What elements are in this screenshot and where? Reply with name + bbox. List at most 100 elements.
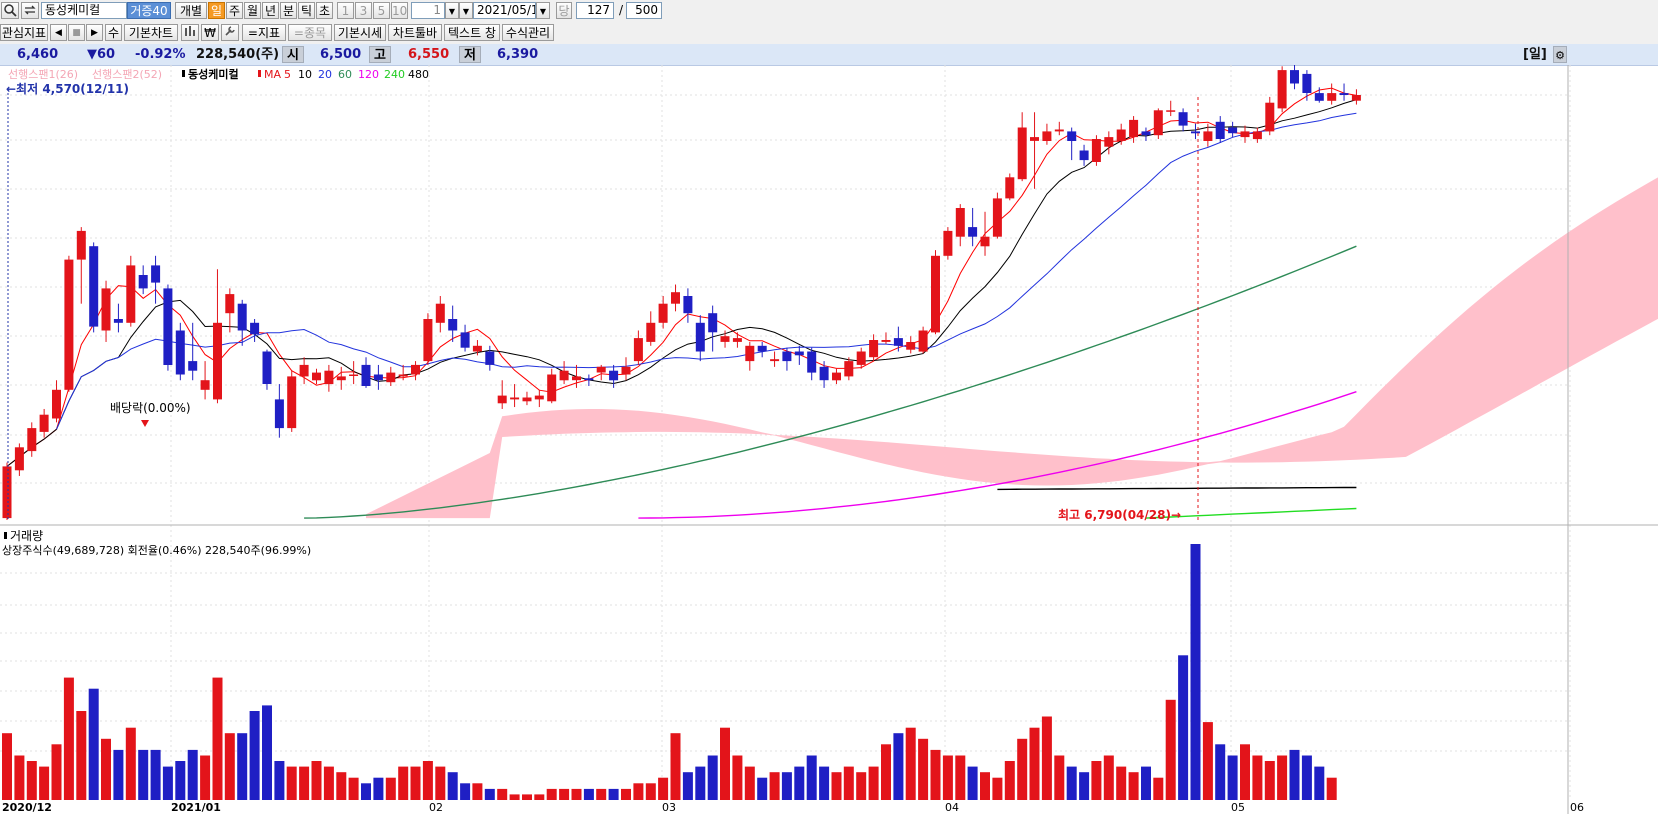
tools-button[interactable] [221, 24, 239, 41]
candle-body [510, 397, 520, 400]
volume-bar [1116, 766, 1127, 800]
candle-body [126, 265, 136, 323]
interval-10[interactable]: 10 [391, 2, 408, 19]
interval-value-field[interactable]: 1 [411, 2, 445, 19]
price-chart[interactable]: ←최저 4,570(12/11) 최고 6,790(04/28)→ 배당락(0.… [0, 65, 1658, 814]
interval-3[interactable]: 3 [355, 2, 372, 19]
bars-icon [185, 26, 195, 36]
price-change: ▼60 [87, 47, 116, 62]
candle-body [782, 351, 792, 362]
chart-style-button[interactable] [181, 24, 199, 41]
chevron-down-icon: ▼ [462, 7, 470, 16]
period-year[interactable]: 년 [262, 2, 279, 19]
candle-body [522, 397, 532, 402]
text-window-button[interactable]: 텍스트 창 [444, 24, 500, 41]
stop-button[interactable]: ■ [68, 24, 85, 41]
volume-bar [1128, 772, 1139, 800]
volume-bar [224, 733, 235, 800]
period-month[interactable]: 월 [244, 2, 261, 19]
volume-bar [138, 749, 149, 800]
volume-panel-info: 상장주식수(49,689,728) 회전율(0.46%) 228,540주(96… [2, 544, 311, 557]
formula-button[interactable]: 수식관리 [502, 24, 554, 41]
stock-name-field[interactable]: 동성케미컬 [41, 2, 127, 19]
candle-body [163, 288, 173, 365]
count-label[interactable]: 당 [556, 2, 572, 19]
basic-quote-button[interactable]: 기본시세 [334, 24, 386, 41]
count-total-field[interactable]: 500 [626, 2, 662, 19]
volume-bar [1141, 766, 1151, 800]
mode-button[interactable]: 개별 [175, 2, 207, 19]
candle-body [1153, 110, 1163, 136]
candle-body [1166, 110, 1176, 112]
candle-body [584, 378, 594, 381]
interval-dropdown[interactable]: ▼ [445, 2, 459, 19]
volume-bar [51, 744, 62, 800]
volume-bar [187, 749, 198, 800]
interval-5[interactable]: 5 [373, 2, 390, 19]
x-label-2021-01: 2021/01 [171, 801, 221, 814]
date-dropdown[interactable]: ▼ [536, 2, 550, 19]
volume-bar [1252, 755, 1263, 800]
volume-bar [955, 755, 966, 800]
period-week[interactable]: 주 [226, 2, 243, 19]
volume-bar [348, 777, 359, 800]
legend-bullet-icon [182, 70, 185, 77]
candle-body [274, 399, 284, 429]
interest-indicator-button[interactable]: 관심지표 [0, 24, 48, 41]
volume-bar [621, 788, 631, 800]
swap-button[interactable] [21, 2, 39, 19]
candle-body [695, 322, 705, 352]
item-button[interactable]: =종목 [288, 24, 332, 41]
candle-body [596, 366, 606, 373]
gear-icon: ⚙ [1555, 49, 1565, 62]
candle-body [1228, 127, 1238, 134]
period-day[interactable]: 일 [208, 2, 225, 19]
volume-bar [608, 788, 619, 800]
date-field[interactable]: 2021/05/12 [473, 2, 536, 19]
volume-bar [1165, 699, 1176, 800]
volume-badge[interactable]: 거증40 [127, 2, 171, 19]
quote-bar: 6,460 ▼60 -0.92% 228,540(주) 시 6,500 고 6,… [0, 44, 1658, 66]
scroll-left-button[interactable]: ◀ [50, 24, 67, 41]
candle-body [1302, 73, 1312, 93]
scroll-right-button[interactable]: ▶ [86, 24, 103, 41]
basic-chart-button[interactable]: 기본차트 [124, 24, 178, 41]
candle-body [64, 259, 74, 390]
candle-body [14, 447, 24, 471]
period-second[interactable]: 초 [316, 2, 333, 19]
settings-button[interactable]: ⚙ [1553, 46, 1567, 63]
candle-body [138, 275, 148, 289]
candle-body [547, 374, 557, 402]
legend-span2: 선행스팬2(52) [92, 68, 162, 81]
indicator-button[interactable]: =지표 [242, 24, 286, 41]
interval-1[interactable]: 1 [337, 2, 354, 19]
num-button[interactable]: 수 [105, 24, 122, 41]
low-label: 저 [459, 46, 481, 63]
volume-bar [980, 772, 990, 800]
date-dropdown-left[interactable]: ▼ [459, 2, 473, 19]
volume-bar [212, 677, 223, 800]
volume-bar [237, 733, 248, 800]
candle-body [745, 345, 755, 362]
volume-bar [819, 766, 830, 800]
chart-toolbar-button[interactable]: 차트툴바 [388, 24, 442, 41]
volume-bar [1004, 761, 1015, 800]
search-button[interactable] [1, 2, 19, 19]
volume-bar [175, 761, 186, 800]
count-field[interactable]: 127 [576, 2, 614, 19]
chevron-down-icon: ▼ [448, 7, 456, 16]
candle-body [646, 322, 656, 342]
volume-bar [794, 766, 805, 800]
candle-body [1030, 137, 1039, 141]
chart-legend: 선행스팬1(26) 선행스팬2(52) 동성케미컬 MA 5 10 20 60 … [8, 67, 429, 81]
volume-bar [1054, 755, 1065, 800]
period-minute[interactable]: 분 [280, 2, 297, 19]
candle-body [1054, 129, 1064, 132]
volume-bar [88, 688, 99, 800]
low-price: 6,390 [497, 47, 539, 62]
candle-body [175, 330, 185, 375]
currency-button[interactable]: ₩ [201, 24, 219, 41]
period-tick[interactable]: 틱 [298, 2, 315, 19]
volume-bar [1041, 716, 1052, 800]
candle-body [633, 338, 643, 362]
